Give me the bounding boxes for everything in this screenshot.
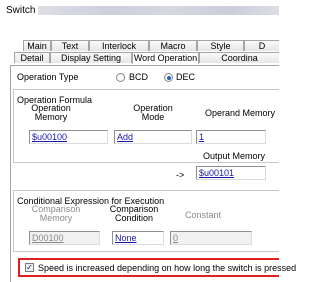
comparison-memory-header: Comparison Memory [31,204,81,223]
comparison-condition-header: Comparison Condition [109,204,159,223]
operation-type-label: Operation Type [17,72,79,82]
constant-header: Constant [185,210,222,220]
operation-mode-header: Operation Mode [133,103,173,122]
tab-word-operation[interactable]: Word Operation [132,52,199,64]
operand-memory-label: Operand Memory [205,108,276,118]
tab-interlock[interactable]: Interlock [89,40,149,51]
comparison-condition-link[interactable]: None [115,233,137,243]
tab-style[interactable]: Style [197,40,244,51]
comparison-memory-link[interactable]: D00100 [32,233,64,243]
constant-field[interactable]: 0 [170,231,252,245]
operand-memory-link[interactable]: 1 [199,132,204,142]
tab-macro[interactable]: Macro [149,40,197,51]
comparison-memory-field[interactable]: D00100 [29,231,100,245]
operation-memory-header: Operation Memory [31,103,71,122]
tab-main[interactable]: Main [23,40,51,51]
operation-memory-field[interactable]: $u00100 [29,130,108,144]
tab-display-setting[interactable]: Display Setting [50,52,132,63]
output-memory-label: Output Memory [203,151,266,161]
tab-coordinate[interactable]: Coordina [199,52,279,63]
bcd-radio[interactable] [116,73,125,82]
speed-checkbox[interactable]: ✓ [25,263,34,272]
tab-d-truncated[interactable]: D [244,40,279,51]
speed-checkbox-label[interactable]: Speed is increased depending on how long… [38,263,296,273]
dec-radio[interactable] [164,73,173,82]
constant-link[interactable]: 0 [173,233,178,243]
tab-text[interactable]: Text [51,40,89,51]
comparison-condition-field[interactable]: None [112,231,164,245]
operation-memory-link[interactable]: $u00100 [32,132,67,142]
bcd-radio-label[interactable]: BCD [129,72,148,82]
title-bar-blurred-region [38,6,279,15]
output-memory-link[interactable]: $u00101 [199,168,234,178]
dec-radio-label[interactable]: DEC [176,72,195,82]
tab-detail[interactable]: Detail [14,52,50,63]
output-arrow: -> [176,170,185,180]
speed-option-highlight: ✓ Speed is increased depending on how lo… [18,258,296,277]
operation-mode-link[interactable]: Add [117,132,133,142]
operand-memory-field[interactable]: 1 [196,130,266,144]
output-memory-field[interactable]: $u00101 [196,166,266,180]
operation-mode-field[interactable]: Add [114,130,192,144]
dialog-title: Switch [6,5,36,16]
